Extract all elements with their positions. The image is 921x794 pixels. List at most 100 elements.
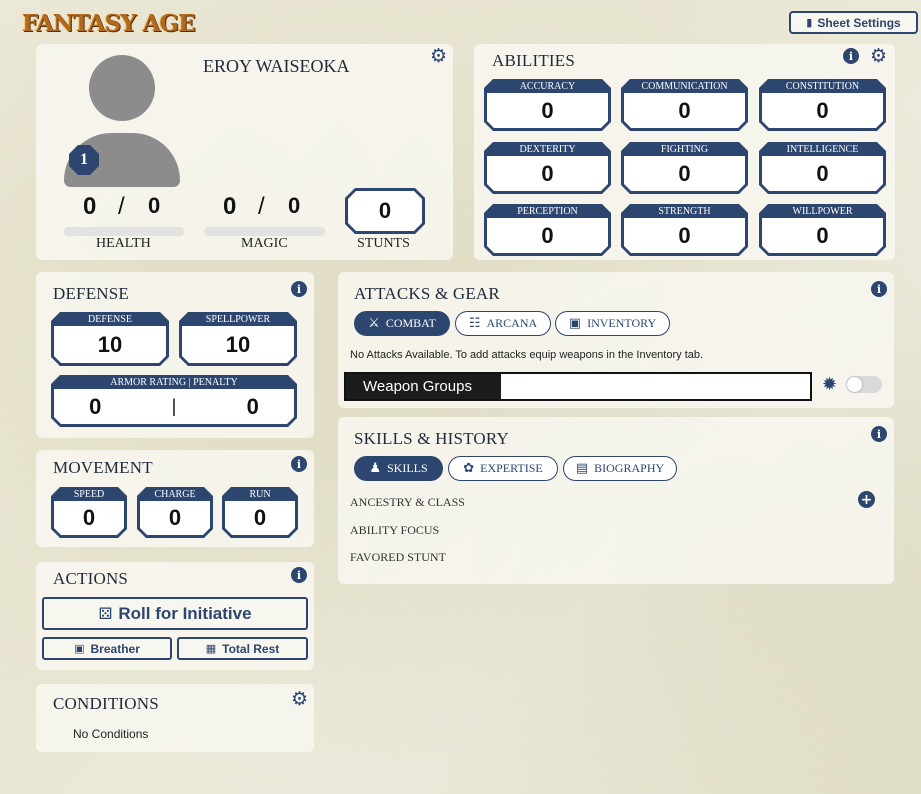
notebook-icon: ▮ <box>806 16 813 29</box>
sheet-settings-label: Sheet Settings <box>817 15 901 30</box>
tab-biography[interactable]: ▤ BIOGRAPHY <box>563 456 677 481</box>
stunts-value: 0 <box>378 198 392 223</box>
magic-label: MAGIC <box>241 236 288 251</box>
tab-inventory[interactable]: ▣ INVENTORY <box>555 311 670 336</box>
health-separator: / <box>118 193 125 220</box>
tab-arcana[interactable]: ☷ ARCANA <box>455 311 551 336</box>
ability-value: 0 <box>816 222 829 248</box>
run-stat[interactable]: RUN 0 <box>222 487 298 538</box>
tab-expertise[interactable]: ✿ EXPERTISE <box>448 456 558 481</box>
sheet-settings-button[interactable]: ▮ Sheet Settings <box>789 11 918 34</box>
speed-stat-value: 0 <box>82 505 96 530</box>
ability-constitution[interactable]: CONSTITUTION 0 <box>759 79 886 131</box>
magic-current[interactable]: 0 <box>223 193 236 221</box>
armor-penalty-value[interactable]: 0 <box>247 394 259 420</box>
ability-fighting[interactable]: FIGHTING 0 <box>621 142 748 194</box>
breather-button[interactable]: ▣ Breather <box>42 637 172 660</box>
defense-stat-value: 10 <box>97 331 123 357</box>
ability-value: 0 <box>678 160 691 186</box>
movement-info-icon[interactable]: i <box>291 456 307 472</box>
speed-stat[interactable]: SPEED 0 <box>51 487 127 538</box>
no-conditions-text: No Conditions <box>73 727 149 741</box>
actions-info-icon[interactable]: i <box>291 567 307 583</box>
ability-intelligence[interactable]: INTELLIGENCE 0 <box>759 142 886 194</box>
run-stat-label: RUN <box>249 489 271 500</box>
health-current[interactable]: 0 <box>83 193 96 221</box>
weapon-groups-label: Weapon Groups <box>346 374 501 399</box>
armor-rating-value[interactable]: 0 <box>89 394 101 420</box>
ancestry-class-row[interactable]: ANCESTRY & CLASS <box>350 495 465 510</box>
attacks-info-icon[interactable]: i <box>871 281 887 297</box>
armor-stat[interactable]: ARMOR RATING | PENALTY 0 | 0 <box>51 375 297 427</box>
fantasy-age-logo: FANTASY AGE <box>22 10 196 37</box>
tab-combat[interactable]: ⚔ COMBAT <box>354 311 450 336</box>
attacks-title: ATTACKS & GEAR <box>354 284 500 303</box>
bed-icon: ▦ <box>205 642 217 655</box>
ability-communication[interactable]: COMMUNICATION 0 <box>621 79 748 131</box>
crossed-swords-icon: ⚔ <box>368 316 380 331</box>
ability-perception[interactable]: PERCEPTION 0 <box>484 204 611 256</box>
actions-title: ACTIONS <box>53 569 129 588</box>
spellpower-stat-label: SPELLPOWER <box>205 314 271 325</box>
magic-bar <box>204 227 325 236</box>
level-value: 1 <box>80 151 88 168</box>
stunts-label: STUNTS <box>357 236 410 251</box>
roll-initiative-label: Roll for Initiative <box>118 603 252 623</box>
skills-title: SKILLS & HISTORY <box>354 429 509 448</box>
ability-label: WILLPOWER <box>792 206 853 217</box>
health-label: HEALTH <box>96 236 151 251</box>
conditions-gear-icon[interactable]: ⚙ <box>291 690 308 709</box>
defense-info-icon[interactable]: i <box>291 281 307 297</box>
ability-label: ACCURACY <box>519 81 576 92</box>
backpack-icon: ▣ <box>568 316 582 331</box>
charge-stat-value: 0 <box>168 505 182 530</box>
ability-value: 0 <box>541 222 554 248</box>
breather-label: Breather <box>90 641 140 656</box>
health-max[interactable]: 0 <box>148 193 160 219</box>
tab-biography-label: BIOGRAPHY <box>594 461 665 475</box>
first-aid-icon: ▣ <box>74 642 85 655</box>
charge-stat[interactable]: CHARGE 0 <box>137 487 213 538</box>
ability-value: 0 <box>541 160 554 186</box>
ability-label: INTELLIGENCE <box>786 144 859 155</box>
ability-focus-row[interactable]: ABILITY FOCUS <box>350 523 439 538</box>
laurel-icon: ✿ <box>463 461 475 476</box>
charge-stat-label: CHARGE <box>154 489 196 500</box>
person-icon: ♟ <box>369 461 381 476</box>
ability-willpower[interactable]: WILLPOWER 0 <box>759 204 886 256</box>
character-name[interactable]: EROY WAISEOKA <box>203 56 350 77</box>
armor-stat-label: ARMOR RATING | PENALTY <box>110 377 238 388</box>
total-rest-button[interactable]: ▦ Total Rest <box>177 637 308 660</box>
weapon-groups-field[interactable]: Weapon Groups <box>344 372 812 401</box>
stunts-box[interactable]: 0 <box>345 188 425 234</box>
tab-skills[interactable]: ♟ SKILLS <box>354 456 443 481</box>
ability-value: 0 <box>678 97 691 123</box>
skills-info-icon[interactable]: i <box>871 426 887 442</box>
spellpower-stat[interactable]: SPELLPOWER 10 <box>179 312 297 366</box>
abilities-gear-icon[interactable]: ⚙ <box>870 47 887 66</box>
tab-combat-label: COMBAT <box>385 316 436 330</box>
ability-value: 0 <box>541 97 554 123</box>
defense-stat[interactable]: DEFENSE 10 <box>51 312 169 366</box>
spellpower-stat-value: 10 <box>225 331 251 357</box>
total-rest-label: Total Rest <box>222 641 280 656</box>
level-badge: 1 <box>69 145 99 175</box>
magic-separator: / <box>258 193 265 220</box>
abilities-info-icon[interactable]: i <box>843 48 859 64</box>
ability-strength[interactable]: STRENGTH 0 <box>621 204 748 256</box>
add-ancestry-icon[interactable]: + <box>858 491 875 508</box>
book-icon: ▤ <box>575 461 589 476</box>
ability-dexterity[interactable]: DEXTERITY 0 <box>484 142 611 194</box>
magic-max[interactable]: 0 <box>288 193 300 219</box>
roll-initiative-button[interactable]: ⚄ Roll for Initiative <box>42 597 308 630</box>
movement-title: MOVEMENT <box>53 458 153 477</box>
weapon-groups-value[interactable] <box>501 374 810 399</box>
abilities-title: ABILITIES <box>492 51 576 70</box>
ability-value: 0 <box>678 222 691 248</box>
character-gear-icon[interactable]: ⚙ <box>430 47 447 66</box>
ability-accuracy[interactable]: ACCURACY 0 <box>484 79 611 131</box>
favored-stunt-row[interactable]: FAVORED STUNT <box>350 550 446 565</box>
run-stat-value: 0 <box>253 505 267 530</box>
weapon-groups-toggle[interactable] <box>846 376 882 393</box>
tab-expertise-label: EXPERTISE <box>480 461 543 475</box>
